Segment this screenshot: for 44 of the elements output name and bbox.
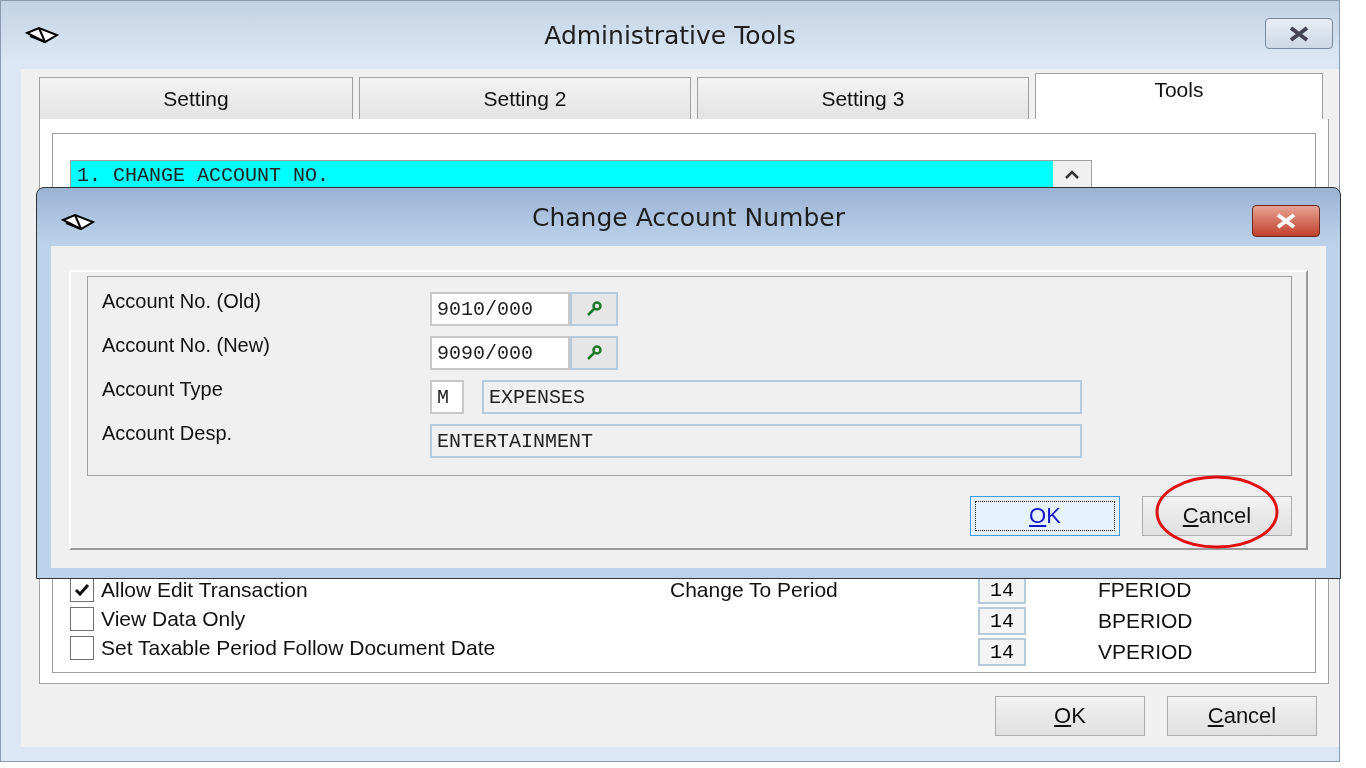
tab[interactable]: Tools bbox=[1034, 73, 1323, 119]
period-label: Change To Period bbox=[670, 577, 839, 602]
cancel-button[interactable]: Cancel bbox=[1142, 496, 1292, 536]
period-field[interactable]: 14 bbox=[978, 607, 1026, 635]
checkbox[interactable] bbox=[70, 635, 94, 660]
checkmark-icon bbox=[74, 582, 90, 597]
lookup-button[interactable] bbox=[570, 292, 618, 326]
field-label: Account Type bbox=[102, 377, 224, 401]
book-icon bbox=[25, 25, 59, 45]
tab[interactable]: Setting 2 bbox=[359, 77, 691, 119]
field-label: Account No. (Old) bbox=[102, 289, 262, 313]
field-label: Account Desp. bbox=[102, 421, 234, 445]
close-button[interactable] bbox=[1252, 205, 1320, 237]
lookup-button[interactable] bbox=[570, 336, 618, 370]
type-name-field: EXPENSES bbox=[482, 380, 1082, 414]
tab[interactable]: Setting bbox=[39, 77, 353, 119]
chevron-up-icon bbox=[1064, 170, 1080, 180]
checkbox[interactable] bbox=[70, 577, 94, 602]
close-icon bbox=[1275, 213, 1297, 229]
period-name: VPERIOD bbox=[1098, 640, 1193, 664]
option-label: View Data Only bbox=[101, 606, 246, 631]
period-name: FPERIOD bbox=[1098, 578, 1192, 602]
ok-button[interactable]: OK bbox=[995, 696, 1145, 736]
type-code-field[interactable]: M bbox=[430, 380, 464, 414]
scroll-up-button[interactable] bbox=[1053, 161, 1091, 189]
checkbox[interactable] bbox=[70, 606, 94, 631]
key-icon bbox=[586, 345, 602, 361]
description-field: ENTERTAINMENT bbox=[430, 424, 1082, 458]
period-name: BPERIOD bbox=[1098, 609, 1193, 633]
period-field[interactable]: 14 bbox=[978, 638, 1026, 666]
close-button[interactable] bbox=[1265, 18, 1333, 49]
option-label: Set Taxable Period Follow Document Date bbox=[101, 635, 496, 660]
key-icon bbox=[586, 301, 602, 317]
tab[interactable]: Setting 3 bbox=[696, 77, 1029, 119]
dialog-title: Change Account Number bbox=[532, 202, 845, 232]
ok-button[interactable]: OK bbox=[970, 496, 1120, 536]
option-label: Allow Edit Transaction bbox=[101, 577, 308, 602]
account-field[interactable]: 9090/000 bbox=[430, 336, 570, 370]
window-title: Administrative Tools bbox=[544, 20, 796, 50]
book-icon bbox=[61, 212, 95, 232]
cancel-button[interactable]: Cancel bbox=[1167, 696, 1317, 736]
close-icon bbox=[1288, 25, 1310, 42]
field-label: Account No. (New) bbox=[102, 333, 271, 357]
account-field[interactable]: 9010/000 bbox=[430, 292, 570, 326]
